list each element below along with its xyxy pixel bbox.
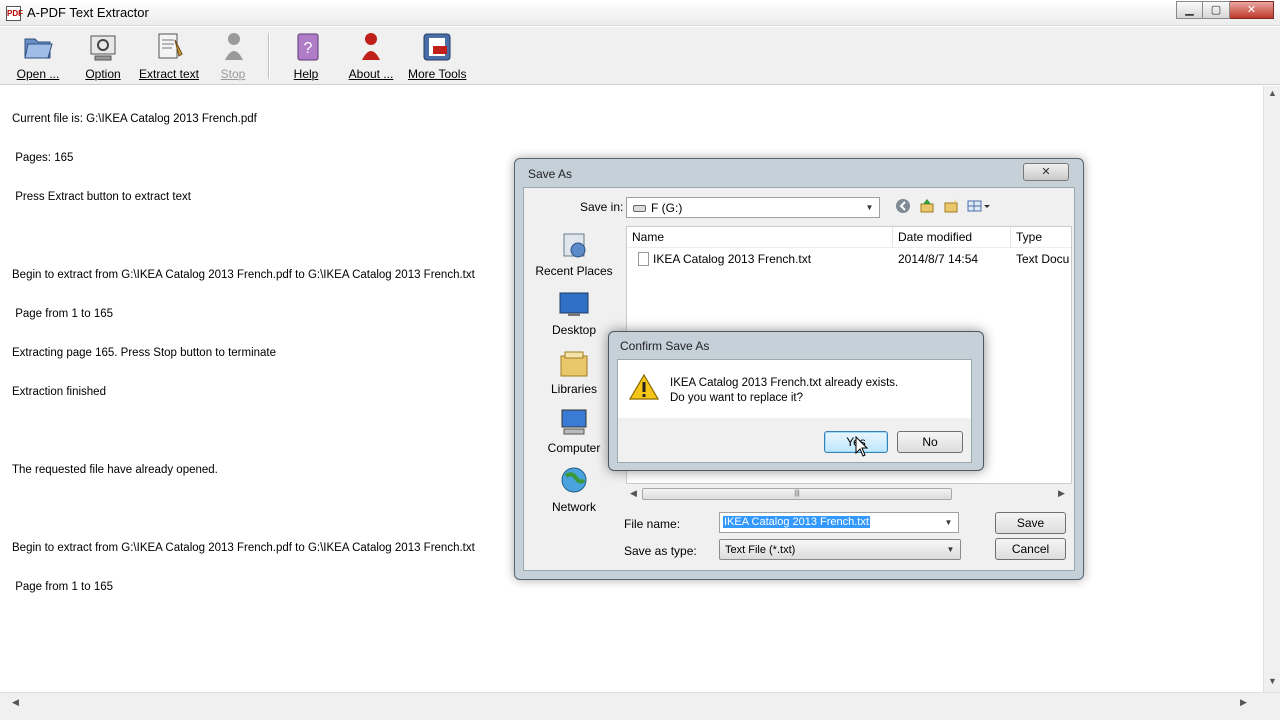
folder-open-icon — [20, 30, 56, 64]
chevron-down-icon: ▼ — [946, 545, 955, 554]
window-titlebar: PDF A-PDF Text Extractor ▁ ▢ ✕ — [0, 0, 1280, 26]
save-as-title: Save As — [528, 167, 573, 181]
up-folder-icon[interactable] — [918, 198, 936, 215]
save-in-label: Save in: — [580, 200, 624, 214]
extract-text-button[interactable]: Extract text — [136, 30, 202, 81]
open-button[interactable]: Open ... — [14, 30, 62, 81]
column-date-modified[interactable]: Date modified — [893, 227, 1011, 247]
more-tools-button[interactable]: More Tools — [408, 30, 466, 81]
column-name[interactable]: Name — [627, 227, 893, 247]
scroll-left-icon[interactable]: ◀ — [630, 488, 637, 499]
file-name: IKEA Catalog 2013 French.txt — [653, 252, 812, 266]
horizontal-scrollbar[interactable]: ◀ ▶ — [0, 692, 1280, 720]
file-name-value: IKEA Catalog 2013 French.txt — [723, 516, 870, 528]
pdf-tools-icon — [419, 30, 455, 64]
place-libraries[interactable]: Libraries — [528, 348, 620, 396]
info-person-icon — [353, 30, 389, 64]
chevron-down-icon[interactable]: ▼ — [941, 513, 956, 532]
help-button[interactable]: ? Help — [290, 30, 322, 81]
confirm-message-line1: IKEA Catalog 2013 French.txt already exi… — [670, 377, 899, 389]
scroll-right-icon[interactable]: ▶ — [1058, 488, 1065, 499]
scroll-left-icon[interactable]: ◀ — [12, 697, 19, 708]
confirm-body: IKEA Catalog 2013 French.txt already exi… — [617, 359, 972, 463]
network-globe-icon — [558, 466, 590, 496]
file-type: Text Docu — [1016, 252, 1070, 266]
svg-text:?: ? — [304, 40, 313, 57]
confirm-message-area: IKEA Catalog 2013 French.txt already exi… — [618, 360, 971, 418]
app-icon: PDF — [6, 6, 23, 21]
place-label: Libraries — [550, 382, 598, 396]
chevron-down-icon: ▼ — [865, 203, 874, 212]
warning-icon — [628, 373, 660, 401]
view-menu-icon[interactable] — [966, 198, 992, 215]
extract-document-icon — [151, 30, 187, 64]
toolbar: Open ... Option Extract text Stop ? Help… — [0, 27, 1280, 85]
no-button[interactable]: No — [897, 431, 963, 453]
scroll-up-icon[interactable]: ▲ — [1268, 88, 1277, 98]
scroll-thumb[interactable]: ||| — [642, 488, 952, 500]
file-row[interactable]: IKEA Catalog 2013 French.txt 2014/8/7 14… — [627, 249, 1071, 269]
log-line: Current file is: G:\IKEA Catalog 2013 Fr… — [12, 113, 257, 125]
save-type-value: Text File (*.txt) — [725, 544, 796, 556]
places-bar: Recent Places Desktop Libraries Computer — [528, 226, 620, 514]
file-list-hscrollbar[interactable]: ◀ ||| ▶ — [626, 485, 1072, 502]
libraries-icon — [558, 348, 590, 378]
settings-monitor-icon — [85, 30, 121, 64]
place-label: Recent Places — [535, 264, 613, 278]
desktop-icon — [558, 289, 590, 319]
mouse-cursor-icon — [855, 435, 869, 458]
vertical-scrollbar[interactable]: ▲ ▼ — [1263, 86, 1280, 692]
window-controls: ▁ ▢ ✕ — [1176, 1, 1274, 19]
maximize-button[interactable]: ▢ — [1203, 1, 1230, 19]
confirm-title: Confirm Save As — [620, 339, 710, 353]
place-label: Network — [551, 500, 596, 514]
recent-places-icon — [558, 230, 590, 260]
file-date: 2014/8/7 14:54 — [898, 252, 979, 266]
save-type-label: Save as type: — [624, 544, 697, 558]
drive-icon — [633, 205, 646, 212]
back-icon[interactable] — [894, 198, 912, 215]
about-button[interactable]: About ... — [346, 30, 396, 81]
help-book-icon: ? — [290, 30, 326, 64]
place-label: Desktop — [551, 323, 597, 337]
close-button[interactable]: ✕ — [1230, 1, 1274, 19]
log-line: Page from 1 to 165 — [12, 581, 114, 593]
text-file-icon — [638, 252, 649, 266]
option-button[interactable]: Option — [83, 30, 123, 81]
cancel-button[interactable]: Cancel — [995, 538, 1066, 560]
save-as-close-button[interactable]: ✕ — [1023, 163, 1069, 181]
new-folder-icon[interactable] — [942, 198, 960, 215]
window-title: A-PDF Text Extractor — [27, 5, 149, 20]
save-type-combo[interactable]: Text File (*.txt) ▼ — [719, 539, 961, 560]
stop-person-icon — [216, 30, 252, 64]
file-name-label: File name: — [624, 517, 681, 531]
save-in-value: F (G:) — [651, 201, 683, 215]
place-recent-places[interactable]: Recent Places — [528, 230, 620, 278]
file-name-input[interactable]: IKEA Catalog 2013 French.txt ▼ — [719, 512, 959, 533]
save-in-combo[interactable]: F (G:) ▼ — [626, 197, 880, 218]
scroll-down-icon[interactable]: ▼ — [1268, 676, 1277, 686]
column-type[interactable]: Type — [1011, 227, 1071, 247]
scroll-right-icon[interactable]: ▶ — [1240, 697, 1247, 708]
save-button[interactable]: Save — [995, 512, 1066, 534]
file-list-header: Name Date modified Type — [627, 227, 1071, 248]
stop-button[interactable]: Stop — [216, 30, 250, 81]
confirm-save-as-dialog: Confirm Save As IKEA Catalog 2013 French… — [608, 331, 984, 471]
toolbar-separator — [268, 33, 270, 79]
folder-nav-bar — [894, 198, 992, 215]
place-desktop[interactable]: Desktop — [528, 289, 620, 337]
computer-icon — [558, 407, 590, 437]
confirm-message-line2: Do you want to replace it? — [670, 392, 803, 404]
place-network[interactable]: Network — [528, 466, 620, 514]
place-label: Computer — [547, 441, 601, 455]
minimize-button[interactable]: ▁ — [1176, 1, 1203, 19]
place-computer[interactable]: Computer — [528, 407, 620, 455]
